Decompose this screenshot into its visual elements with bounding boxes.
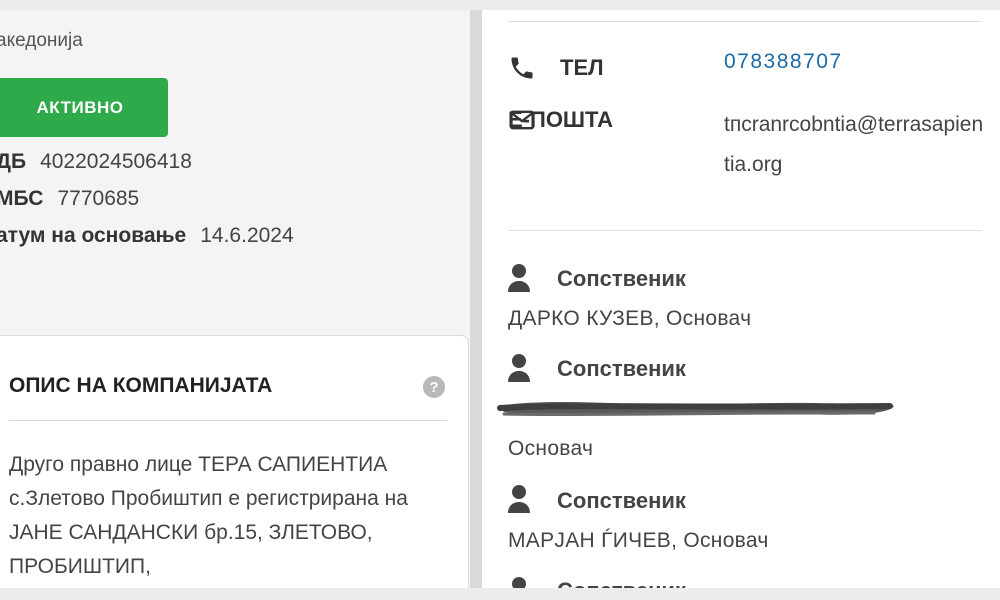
top-divider	[508, 21, 982, 22]
phone-icon	[511, 57, 533, 79]
email-link[interactable]: tпcranrcobntia@terrasapientia.org	[724, 105, 984, 185]
description-title: ОПИС НА КОМПАНИЈАТА	[9, 374, 273, 397]
field-founding-date-value: 14.6.2024	[200, 224, 294, 247]
user-icon	[508, 354, 530, 382]
field-db-value: 4022024506418	[40, 150, 192, 173]
owner-label: Сопственик	[557, 266, 686, 291]
field-founding-date: атум на основање 14.6.2024	[0, 224, 294, 248]
description-card: ОПИС НА КОМПАНИЈАТА ? Друго правно лице …	[0, 335, 469, 588]
field-db: ДБ 4022024506418	[0, 150, 192, 174]
country-text: акедонија	[0, 30, 83, 51]
user-icon	[508, 485, 530, 513]
field-mbs-value: 7770685	[57, 187, 140, 210]
status-badge[interactable]: АКТИВНО	[0, 78, 168, 137]
field-db-label: ДБ	[0, 150, 27, 173]
owner-name: ДАРКО КУЗЕВ, Основач	[508, 307, 752, 330]
bottom-edge	[0, 588, 1000, 600]
description-text: Друго правно лице ТЕРА САПИЕНТИА с.Злето…	[9, 453, 408, 578]
field-mbs: МБС 7770685	[0, 187, 139, 211]
redaction-scribble	[497, 402, 894, 417]
user-icon	[512, 577, 526, 588]
owner-label: Сопственик	[557, 578, 686, 588]
company-info-panel: акедонија АКТИВНО ДБ 4022024506418 МБС 777…	[0, 10, 470, 588]
contact-owners-panel: ТЕЛ 078388707 Е-ПОШТА tпcranrcobntia@ter…	[482, 10, 1000, 588]
field-mbs-label: МБС	[0, 187, 44, 210]
phone-link[interactable]: 078388707	[724, 50, 843, 74]
help-icon[interactable]: ?	[423, 376, 445, 398]
owner-name: МАРЈАН ЃИЧЕВ, Основач	[508, 529, 769, 552]
user-icon	[508, 264, 530, 292]
field-founding-date-label: атум на основање	[0, 224, 187, 247]
phone-label: ТЕЛ	[560, 55, 604, 80]
top-edge	[0, 0, 1000, 10]
owner-label: Сопственик	[557, 488, 686, 513]
owner-label: Сопственик	[557, 356, 686, 381]
description-divider	[9, 420, 447, 421]
contact-divider	[508, 230, 982, 231]
email-label: Е-ПОШТА	[508, 107, 613, 132]
owner-name: Основач	[508, 437, 594, 460]
